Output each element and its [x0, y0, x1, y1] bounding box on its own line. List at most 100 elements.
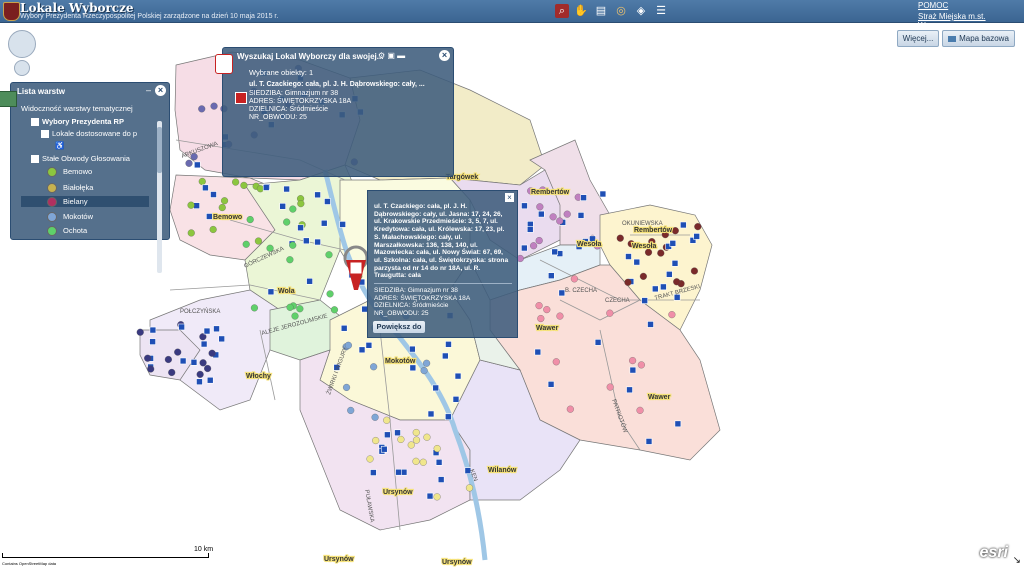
- accessible-station-icon[interactable]: [521, 244, 528, 252]
- polling-station-dot[interactable]: [636, 406, 644, 414]
- accessible-station-icon[interactable]: [547, 381, 555, 388]
- accessible-station-icon[interactable]: [210, 191, 217, 198]
- accessible-station-icon[interactable]: [599, 190, 607, 198]
- layer-group-wybory[interactable]: Wybory Prezydenta RP: [31, 116, 124, 127]
- polling-station-dot[interactable]: [174, 348, 182, 356]
- checkbox[interactable]: [31, 155, 39, 164]
- accessible-station-icon[interactable]: [693, 233, 700, 240]
- zoom-control[interactable]: [14, 60, 30, 76]
- accessible-station-icon[interactable]: [279, 203, 286, 210]
- accessible-station-icon[interactable]: [633, 258, 641, 266]
- accessible-station-icon[interactable]: [435, 459, 443, 466]
- polling-station-dot[interactable]: [673, 278, 681, 286]
- accessible-station-icon[interactable]: [521, 202, 528, 210]
- accessible-station-icon[interactable]: [283, 185, 290, 193]
- polling-station-dot[interactable]: [420, 367, 428, 375]
- accessible-station-icon[interactable]: [445, 341, 452, 348]
- polling-station-dot[interactable]: [543, 306, 551, 314]
- polling-station-dot[interactable]: [690, 267, 698, 275]
- polling-station-dot[interactable]: [629, 357, 637, 365]
- accessible-station-icon[interactable]: [409, 345, 416, 353]
- accessible-station-icon[interactable]: [437, 476, 445, 483]
- polling-station-dot[interactable]: [668, 311, 676, 319]
- accessible-station-icon[interactable]: [580, 194, 587, 201]
- search-tool-icon[interactable]: ⌕: [555, 4, 569, 18]
- accessible-station-icon[interactable]: [538, 210, 545, 218]
- polling-station-dot[interactable]: [671, 227, 679, 235]
- accessible-station-icon[interactable]: [647, 321, 654, 328]
- polling-station-dot[interactable]: [187, 229, 195, 237]
- polling-station-dot[interactable]: [286, 256, 294, 264]
- polling-station-dot[interactable]: [423, 359, 431, 367]
- scroll-thumb[interactable]: [157, 127, 162, 173]
- accessible-station-icon[interactable]: [674, 420, 682, 428]
- polling-station-dot[interactable]: [326, 290, 334, 298]
- accessible-station-icon[interactable]: [149, 326, 157, 334]
- accessible-station-icon[interactable]: [625, 253, 632, 260]
- accessible-station-icon[interactable]: [262, 184, 270, 191]
- polling-station-dot[interactable]: [624, 278, 632, 286]
- polling-station-dot[interactable]: [220, 197, 229, 205]
- checkbox[interactable]: [31, 118, 39, 127]
- polling-station-dot[interactable]: [342, 383, 351, 391]
- accessible-station-icon[interactable]: [179, 357, 187, 365]
- polling-station-dot[interactable]: [412, 428, 420, 437]
- polling-station-dot[interactable]: [433, 445, 441, 453]
- accessible-station-icon[interactable]: [547, 272, 555, 279]
- polling-station-dot[interactable]: [297, 200, 305, 208]
- accessible-station-icon[interactable]: [452, 396, 460, 403]
- accessible-station-icon[interactable]: [626, 386, 633, 394]
- polling-station-dot[interactable]: [196, 370, 204, 378]
- accessible-station-icon[interactable]: [409, 364, 417, 372]
- polling-station-dot[interactable]: [199, 359, 207, 367]
- layer-districts[interactable]: Stałe Obwody Głosowania: [31, 153, 130, 164]
- resize-icon[interactable]: ↘: [1013, 555, 1021, 566]
- polling-station-dot[interactable]: [210, 102, 218, 110]
- accessible-station-icon[interactable]: [427, 410, 435, 418]
- polling-station-dot[interactable]: [168, 368, 176, 377]
- accessible-station-icon[interactable]: [194, 161, 201, 169]
- polling-station-dot[interactable]: [537, 315, 545, 323]
- polling-station-dot[interactable]: [372, 436, 380, 445]
- accessible-station-icon[interactable]: [558, 289, 566, 297]
- close-icon[interactable]: ×: [439, 50, 450, 61]
- result-title[interactable]: ul. T. Czackiego: cała, pl. J. H. Dąbrow…: [249, 81, 425, 88]
- globe-tool-icon[interactable]: ◎: [614, 4, 628, 18]
- accessible-station-icon[interactable]: [200, 340, 208, 348]
- accessible-station-icon[interactable]: [395, 468, 402, 476]
- print-tool-icon[interactable]: ▤: [594, 4, 608, 18]
- checkbox[interactable]: [41, 130, 49, 139]
- polling-station-dot[interactable]: [639, 272, 647, 280]
- list-tool-icon[interactable]: ☰: [654, 4, 668, 18]
- accessible-station-icon[interactable]: [680, 221, 687, 229]
- polling-station-dot[interactable]: [144, 354, 152, 362]
- accessible-station-icon[interactable]: [384, 431, 391, 439]
- polling-station-dot[interactable]: [291, 312, 299, 320]
- polling-station-dot[interactable]: [535, 302, 543, 310]
- accessible-station-icon[interactable]: [394, 429, 401, 437]
- polling-station-dot[interactable]: [694, 223, 702, 231]
- polling-station-dot[interactable]: [246, 216, 254, 224]
- polling-station-dot[interactable]: [256, 185, 264, 193]
- accessible-station-icon[interactable]: [454, 372, 462, 380]
- polling-station-dot[interactable]: [204, 364, 212, 373]
- polling-station-dot[interactable]: [218, 203, 226, 212]
- polling-station-dot[interactable]: [254, 237, 262, 245]
- polling-station-dot[interactable]: [383, 416, 391, 424]
- polling-station-dot[interactable]: [147, 365, 155, 373]
- accessible-station-icon[interactable]: [666, 271, 673, 278]
- accessible-station-icon[interactable]: [400, 468, 408, 476]
- polling-station-dot[interactable]: [536, 203, 544, 211]
- polling-station-dot[interactable]: [535, 237, 543, 245]
- polling-station-dot[interactable]: [187, 201, 195, 209]
- polling-station-dot[interactable]: [296, 305, 304, 313]
- accessible-station-icon[interactable]: [641, 297, 648, 304]
- accessible-station-icon[interactable]: [314, 238, 321, 246]
- polling-station-dot[interactable]: [370, 363, 378, 371]
- accessible-station-icon[interactable]: [669, 240, 677, 247]
- accessible-station-icon[interactable]: [218, 335, 225, 343]
- polling-station-dot[interactable]: [185, 159, 193, 167]
- polling-station-dot[interactable]: [209, 225, 217, 234]
- polling-station-dot[interactable]: [549, 213, 557, 221]
- accessible-station-icon[interactable]: [206, 376, 214, 384]
